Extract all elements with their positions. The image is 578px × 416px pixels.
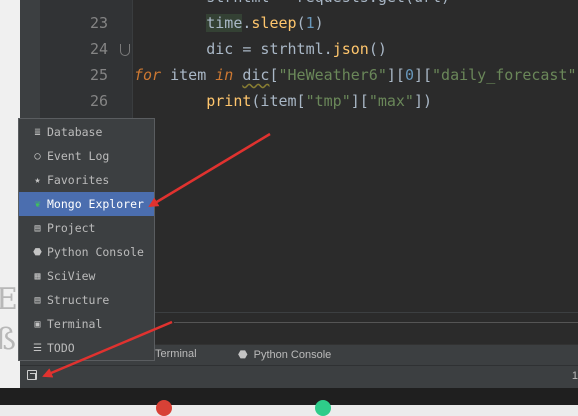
arrow-to-mongo-explorer	[148, 132, 271, 208]
annotation-arrows	[42, 132, 271, 378]
arrow-to-toggle-icon	[42, 320, 173, 378]
